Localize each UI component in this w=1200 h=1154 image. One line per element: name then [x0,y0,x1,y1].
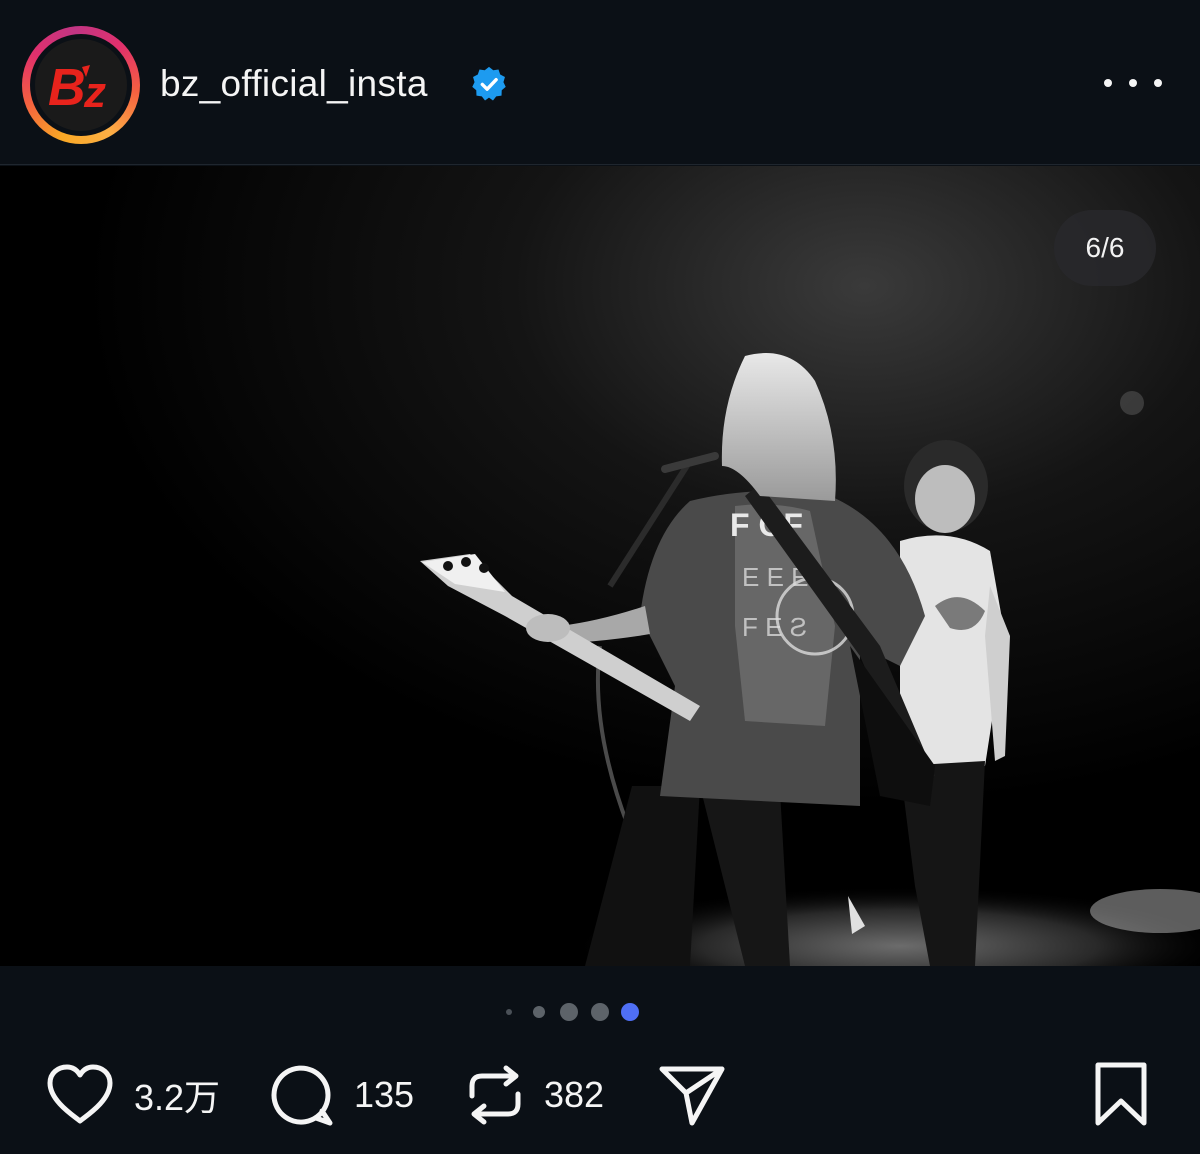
comment-icon [271,1065,333,1126]
like-button[interactable]: 3.2万 [44,1060,220,1130]
carousel-dot-active[interactable] [621,1003,639,1021]
verified-badge-icon [472,66,506,101]
post-header: B z bz_official_insta [0,0,1200,165]
like-count: 3.2万 [134,1077,221,1118]
carousel-indicator [500,1000,650,1024]
comment-button[interactable]: 135 [268,1060,414,1130]
carousel-dot[interactable] [591,1003,609,1021]
bookmark-icon [1095,1062,1147,1126]
repost-count: 382 [544,1074,605,1115]
carousel-counter: 6/6 [1054,210,1156,286]
svg-text:z: z [83,68,106,115]
carousel-dot[interactable] [560,1003,578,1021]
username[interactable]: bz_official_insta [160,62,428,106]
svg-text:B: B [48,59,86,115]
more-options-icon[interactable] [1104,68,1162,98]
carousel-dot[interactable] [533,1006,545,1018]
instagram-post: B z bz_official_insta F E E E F E Ƨ 6/6 … [0,0,1200,1154]
svg-text:F E Ƨ: F E Ƨ [742,612,807,642]
post-photo[interactable]: F OF E E E F E Ƨ [0,166,1200,966]
repost-button[interactable]: 382 [464,1060,604,1130]
send-icon [659,1066,725,1126]
repost-icon [469,1065,521,1125]
heart-icon [47,1064,113,1124]
comment-count: 135 [354,1074,415,1115]
carousel-dot[interactable] [506,1009,512,1015]
avatar[interactable]: B z [22,26,140,144]
bz-logo-icon: B z [35,39,127,131]
concert-photo: F OF E E E F E Ƨ [0,166,1200,966]
share-button[interactable] [656,1060,728,1130]
save-button[interactable] [1092,1060,1150,1130]
